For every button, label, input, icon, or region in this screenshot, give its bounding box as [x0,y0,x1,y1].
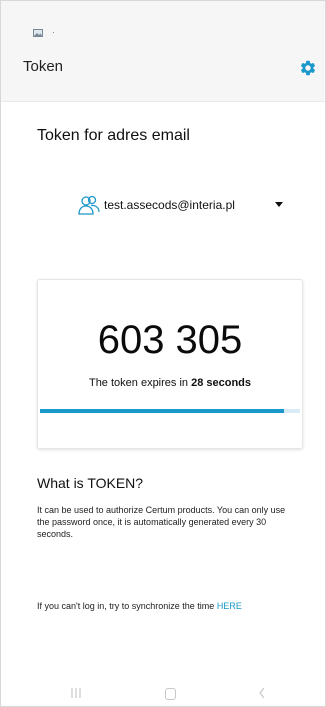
recents-icon[interactable] [69,687,83,699]
token-expiry-value: 28 seconds [191,377,252,389]
back-icon[interactable] [257,686,267,700]
system-nav-bar [1,677,325,706]
users-icon [78,195,100,215]
phone-screen: · Token Token for adres email test.assec… [0,0,326,707]
token-expiry-prefix: The token expires in [88,377,192,389]
page-title: Token [23,58,64,75]
token-progress-fill [40,409,285,413]
info-description: It can be used to authorize Certum produ… [37,505,286,539]
image-notification-icon [33,29,43,37]
section-heading: Token for adres email [37,127,190,144]
token-expiry: The token expires in 28 seconds [38,377,302,389]
caret-down-icon [275,202,283,207]
gear-icon[interactable] [299,59,317,77]
token-progress-track [40,409,300,413]
account-dropdown[interactable]: test.assecods@interia.pl [77,194,291,218]
sync-text: If you can't log in, try to synchronize … [37,601,217,611]
sync-hint: If you can't log in, try to synchronize … [37,601,307,611]
token-card: 603 305 The token expires in 28 seconds [37,279,303,449]
token-code: 603 305 [97,318,243,362]
status-indicator: · [52,28,55,37]
home-icon[interactable] [165,688,176,700]
info-title: What is TOKEN? [37,475,144,491]
status-bar [1,1,325,51]
sync-link[interactable]: HERE [217,601,242,611]
account-email: test.assecods@interia.pl [104,198,235,212]
